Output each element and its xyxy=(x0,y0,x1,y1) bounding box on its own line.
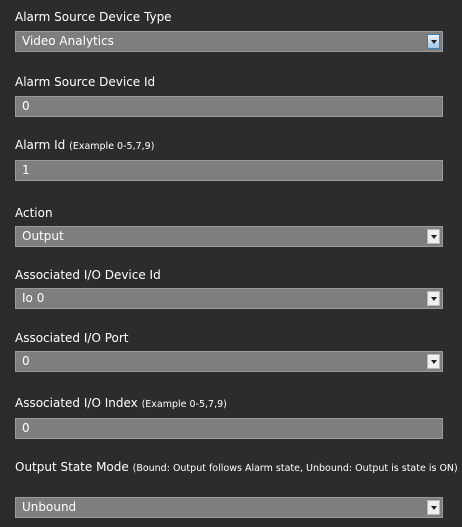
associated-io-device-id-select[interactable]: Io 0 xyxy=(15,288,443,309)
alarm-source-device-id-label: Alarm Source Device Id xyxy=(15,75,156,89)
associated-io-port-field: Associated I/O Port 0 xyxy=(15,331,445,372)
action-label: Action xyxy=(15,206,53,220)
alarm-source-device-id-value: 0 xyxy=(22,99,30,113)
associated-io-index-input[interactable]: 0 xyxy=(15,418,443,439)
associated-io-port-value: 0 xyxy=(22,354,30,368)
associated-io-device-id-label: Associated I/O Device Id xyxy=(15,268,161,282)
alarm-source-device-id-input[interactable]: 0 xyxy=(15,96,443,117)
chevron-down-icon[interactable] xyxy=(427,354,440,369)
alarm-id-label-text: Alarm Id xyxy=(15,138,66,152)
chevron-down-icon[interactable] xyxy=(427,34,440,49)
action-select[interactable]: Output xyxy=(15,226,443,247)
alarm-source-device-type-select[interactable]: Video Analytics xyxy=(15,31,443,52)
output-state-mode-value: Unbound xyxy=(22,500,77,514)
action-field: Action Output xyxy=(15,206,445,247)
output-state-mode-select[interactable]: Unbound xyxy=(15,497,443,518)
associated-io-index-hint: (Example 0-5,7,9) xyxy=(141,399,227,410)
alarm-source-device-id-field: Alarm Source Device Id 0 xyxy=(15,75,445,117)
associated-io-index-field: Associated I/O Index (Example 0-5,7,9) 0 xyxy=(15,396,445,439)
output-state-mode-label: Output State Mode (Bound: Output follows… xyxy=(15,460,460,476)
alarm-source-device-type-label: Alarm Source Device Type xyxy=(15,10,172,24)
action-value: Output xyxy=(22,229,64,243)
associated-io-port-select[interactable]: 0 xyxy=(15,351,443,372)
associated-io-index-value: 0 xyxy=(22,421,30,435)
alarm-config-panel: Alarm Source Device Type Video Analytics… xyxy=(0,0,462,527)
alarm-id-field: Alarm Id (Example 0-5,7,9) 1 xyxy=(15,138,445,181)
output-state-mode-field: Output State Mode (Bound: Output follows… xyxy=(15,460,458,518)
associated-io-index-label: Associated I/O Index (Example 0-5,7,9) xyxy=(15,396,445,412)
associated-io-index-label-text: Associated I/O Index xyxy=(15,396,138,410)
alarm-id-label: Alarm Id (Example 0-5,7,9) xyxy=(15,138,445,154)
output-state-mode-label-text: Output State Mode xyxy=(15,460,129,474)
associated-io-device-id-field: Associated I/O Device Id Io 0 xyxy=(15,268,445,309)
alarm-id-value: 1 xyxy=(22,163,30,177)
alarm-source-device-type-field: Alarm Source Device Type Video Analytics xyxy=(15,10,445,52)
associated-io-port-label: Associated I/O Port xyxy=(15,331,129,345)
alarm-id-hint: (Example 0-5,7,9) xyxy=(69,141,155,152)
alarm-source-device-type-value: Video Analytics xyxy=(22,34,114,48)
chevron-down-icon[interactable] xyxy=(427,229,440,244)
associated-io-device-id-value: Io 0 xyxy=(22,291,45,305)
chevron-down-icon[interactable] xyxy=(427,500,440,515)
output-state-mode-hint: (Bound: Output follows Alarm state, Unbo… xyxy=(132,463,458,474)
alarm-id-input[interactable]: 1 xyxy=(15,160,443,181)
chevron-down-icon[interactable] xyxy=(427,291,440,306)
